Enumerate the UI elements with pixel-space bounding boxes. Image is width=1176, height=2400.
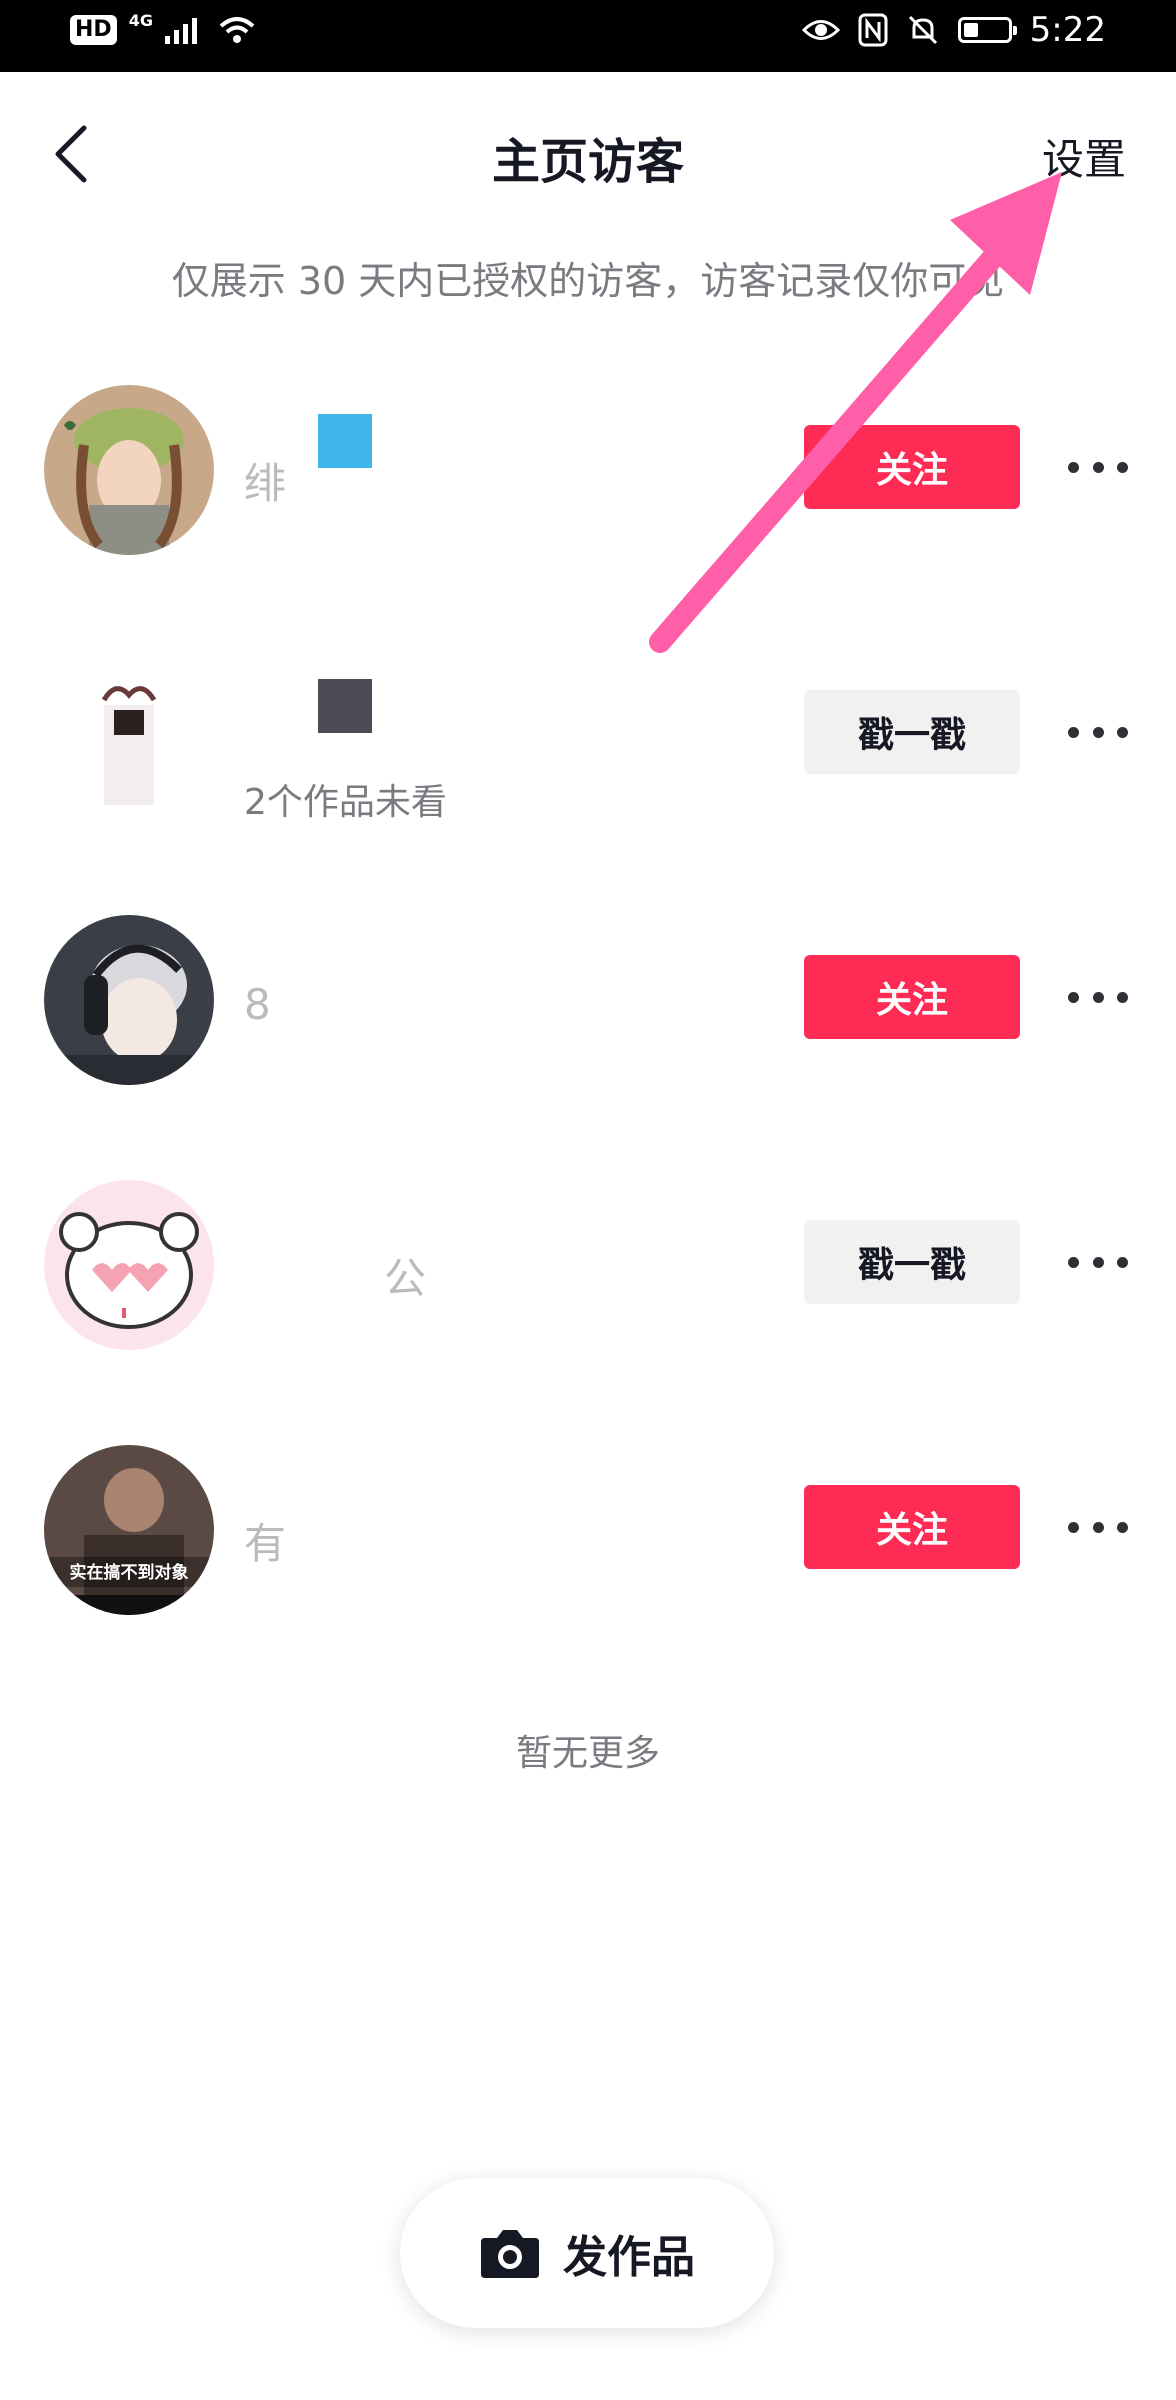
visitor-row[interactable]: 公 戳一戳 bbox=[0, 1175, 1176, 1355]
mute-bell-icon bbox=[908, 15, 937, 45]
visitor-name-text: 8 bbox=[244, 980, 271, 1029]
more-options-icon[interactable] bbox=[1068, 989, 1128, 1005]
redaction-block bbox=[318, 414, 372, 468]
avatar[interactable] bbox=[44, 385, 214, 555]
avatar-image: 实在搞不到对象 bbox=[44, 1445, 214, 1615]
avatar-image bbox=[44, 1180, 214, 1350]
clock: 5:22 bbox=[1029, 10, 1106, 50]
page-title: 主页访客 bbox=[491, 134, 684, 190]
visibility-notice: 仅展示 30 天内已授权的访客，访客记录仅你可见 bbox=[171, 259, 1005, 303]
visitor-row[interactable]: 绯 关注 bbox=[0, 380, 1176, 560]
redaction-block bbox=[318, 679, 372, 733]
wifi-icon bbox=[219, 17, 255, 43]
avatar[interactable] bbox=[44, 1180, 214, 1350]
post-work-button[interactable]: 发作品 bbox=[400, 2178, 774, 2328]
visitor-name: 2个作品未看 bbox=[244, 675, 544, 823]
follow-button[interactable]: 关注 bbox=[804, 425, 1020, 509]
status-bar: HD 4G 5:22 bbox=[0, 0, 1176, 72]
network-label: 4G bbox=[128, 10, 153, 30]
avatar-image bbox=[44, 650, 214, 820]
follow-button[interactable]: 关注 bbox=[804, 955, 1020, 1039]
poke-button[interactable]: 戳一戳 bbox=[804, 690, 1020, 774]
avatar[interactable] bbox=[44, 915, 214, 1085]
end-of-list-text: 暂无更多 bbox=[515, 1733, 660, 1774]
more-options-icon[interactable] bbox=[1068, 459, 1128, 475]
visitor-row[interactable]: 8 关注 bbox=[0, 910, 1176, 1090]
header: 主页访客 设置 bbox=[0, 72, 1176, 232]
unseen-works-count: 2个作品未看 bbox=[244, 782, 447, 823]
post-work-label: 发作品 bbox=[563, 2232, 695, 2283]
status-left: HD 4G bbox=[70, 10, 257, 46]
avatar[interactable] bbox=[44, 650, 214, 820]
avatar-image bbox=[44, 385, 214, 555]
visitor-row[interactable]: 2个作品未看 戳一戳 bbox=[0, 645, 1176, 825]
signal-icon bbox=[164, 18, 197, 44]
avatar[interactable]: 实在搞不到对象 bbox=[44, 1445, 214, 1615]
visitor-row[interactable]: 实在搞不到对象 有 关注 bbox=[0, 1440, 1176, 1620]
visitor-name: 8 bbox=[244, 940, 544, 1060]
more-options-icon[interactable] bbox=[1068, 1254, 1128, 1270]
battery-icon bbox=[957, 17, 1017, 43]
visitor-name: 公 bbox=[244, 1205, 544, 1325]
more-options-icon[interactable] bbox=[1068, 1519, 1128, 1535]
avatar-caption: 实在搞不到对象 bbox=[70, 1562, 189, 1583]
eye-icon bbox=[801, 20, 840, 40]
camera-icon bbox=[481, 2230, 539, 2278]
visitor-name-text: 公 bbox=[384, 1254, 427, 1303]
visitor-name: 绯 bbox=[244, 410, 544, 530]
follow-button[interactable]: 关注 bbox=[804, 1485, 1020, 1569]
status-right: 5:22 bbox=[801, 10, 1106, 50]
hd-badge: HD bbox=[70, 15, 117, 45]
poke-button[interactable]: 戳一戳 bbox=[804, 1220, 1020, 1304]
avatar-image bbox=[44, 915, 214, 1085]
settings-button[interactable]: 设置 bbox=[1042, 126, 1126, 187]
nfc-icon bbox=[858, 13, 888, 47]
visitor-name-text: 有 bbox=[244, 1519, 287, 1568]
more-options-icon[interactable] bbox=[1068, 724, 1128, 740]
visitor-name-text: 绯 bbox=[244, 459, 287, 508]
visitor-name: 有 bbox=[244, 1470, 544, 1590]
